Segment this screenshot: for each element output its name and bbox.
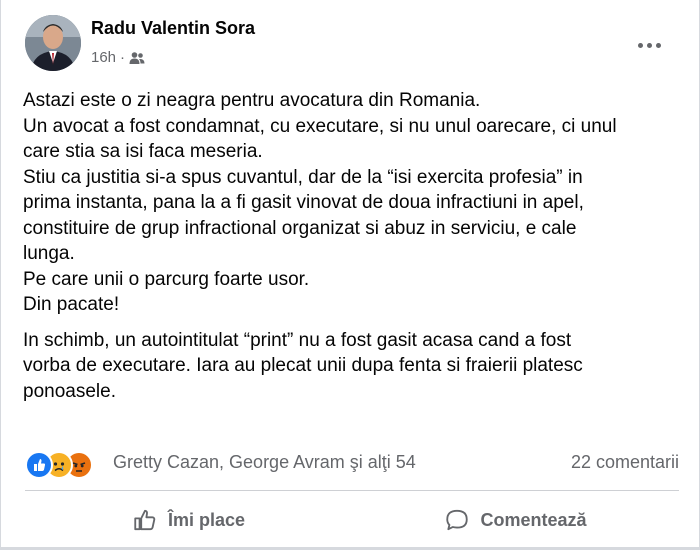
post-meta: 16h ·: [91, 49, 145, 66]
meta-separator: ·: [120, 49, 126, 66]
reaction-icons[interactable]: [25, 451, 107, 479]
post-card: Radu Valentin Sora 16h · Astazi este o z…: [0, 0, 700, 548]
comment-icon: [444, 507, 470, 533]
post-line: lunga.: [23, 243, 75, 264]
reactions-bar: Gretty Cazan, George Avram şi alţi 54 22…: [25, 447, 679, 479]
post-line: Astazi este o zi neagra pentru avocatura…: [23, 90, 481, 111]
comment-button[interactable]: Comentează: [352, 498, 679, 542]
divider: [25, 490, 679, 491]
post-time[interactable]: 16h: [91, 49, 116, 66]
thumbs-up-icon: [132, 507, 158, 533]
post-line: Pe care unii o parcurg foarte usor.: [23, 268, 310, 290]
action-bar: Îmi place Comentează: [25, 498, 679, 542]
comment-label: Comentează: [480, 509, 587, 530]
post-body: Astazi este o zi neagra pentru avocatura…: [23, 88, 683, 404]
post-line: ponoasele.: [23, 380, 116, 402]
avatar[interactable]: [25, 15, 81, 71]
post-line: In schimb, un autointitulat “print” nu a…: [23, 329, 572, 351]
post-paragraph-1: Astazi este o zi neagra pentru avocatura…: [23, 88, 683, 318]
comments-count[interactable]: 22 comentarii: [571, 452, 679, 473]
reaction-names[interactable]: Gretty Cazan, George Avram şi alţi 54: [113, 452, 416, 473]
post-line: prima instanta, pana la a fi gasit vinov…: [23, 192, 584, 213]
post-line: constituire de grup infractional organiz…: [23, 217, 577, 239]
post-line: Din pacate!: [23, 294, 120, 315]
post-line: Un avocat a fost condamnat, cu executare…: [23, 115, 617, 137]
post-line: care stia sa isi faca meseria.: [23, 141, 263, 162]
more-icon[interactable]: [633, 33, 665, 57]
like-label: Îmi place: [167, 509, 246, 530]
like-icon: [25, 451, 53, 479]
post-paragraph-2: In schimb, un autointitulat “print” nu a…: [23, 328, 683, 405]
post-line: Stiu ca justitia si-a spus cuvantul, dar…: [23, 166, 583, 188]
friends-icon[interactable]: [129, 51, 145, 65]
avatar-image: [25, 15, 81, 71]
post-header: Radu Valentin Sora 16h ·: [25, 15, 685, 75]
like-button[interactable]: Îmi place: [25, 498, 352, 542]
author-name[interactable]: Radu Valentin Sora: [91, 18, 255, 39]
post-line: vorba de executare. Iara au plecat unii …: [23, 355, 583, 376]
